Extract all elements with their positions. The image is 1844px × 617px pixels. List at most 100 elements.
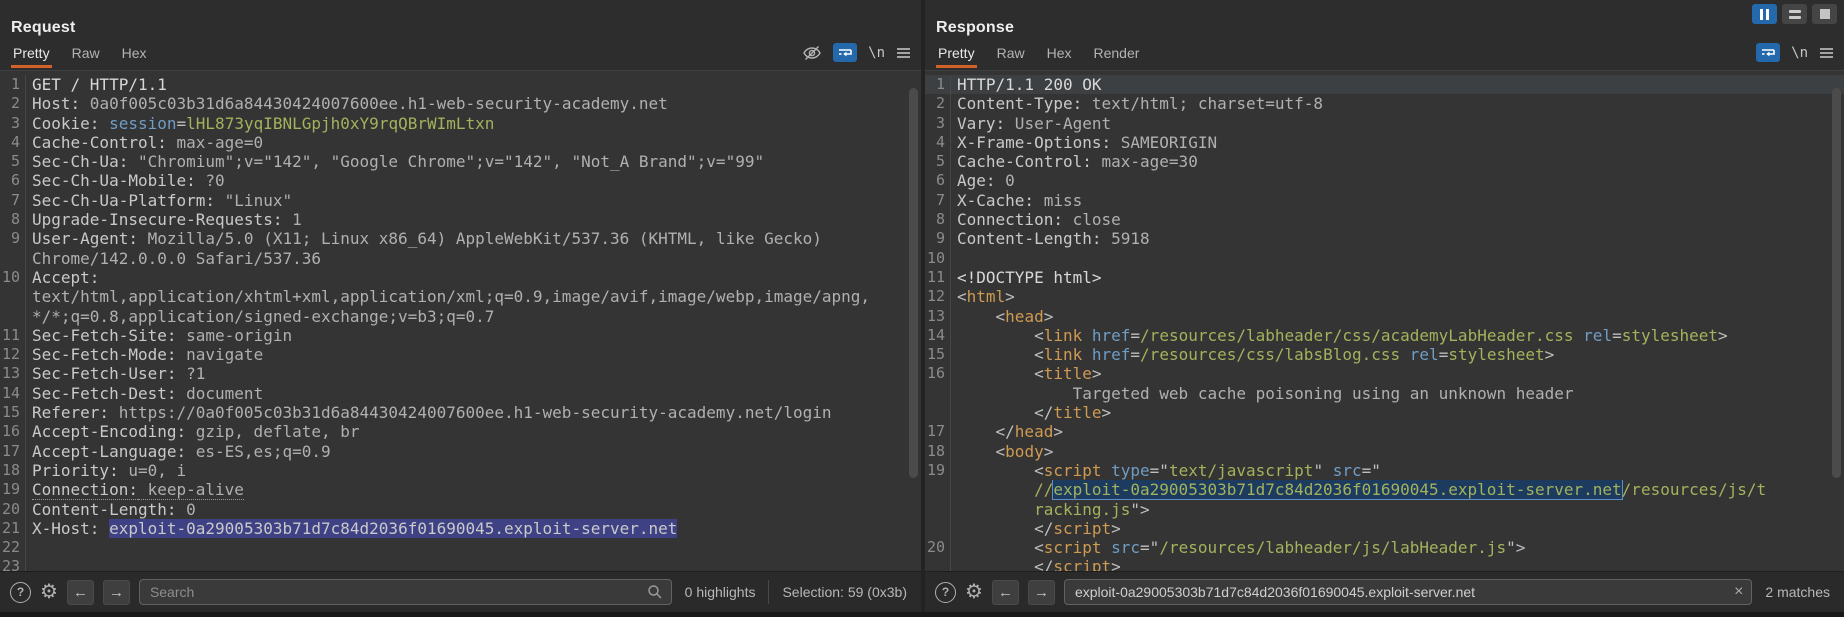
code-line[interactable]: text/html,application/xhtml+xml,applicat… — [0, 287, 921, 306]
request-scrollbar[interactable] — [909, 88, 918, 478]
response-scrollbar[interactable] — [1832, 88, 1841, 478]
code-line[interactable]: 20Content-Length: 0 — [0, 500, 921, 519]
code-line[interactable]: Targeted web cache poisoning using an un… — [925, 384, 1844, 403]
previous-match-button[interactable]: ← — [992, 580, 1019, 605]
code-line[interactable]: 5Cache-Control: max-age=30 — [925, 152, 1844, 171]
code-line[interactable]: 2Content-Type: text/html; charset=utf-8 — [925, 94, 1844, 113]
code-line[interactable]: 14Sec-Fetch-Dest: document — [0, 384, 921, 403]
next-match-button[interactable]: → — [1028, 580, 1055, 605]
code-line[interactable]: 14 <link href=/resources/labheader/css/a… — [925, 326, 1844, 345]
code-line[interactable]: 13 <head> — [925, 307, 1844, 326]
code-line[interactable]: racking.js"> — [925, 500, 1844, 519]
response-header: Response Pretty Raw Hex Render \n — [925, 0, 1844, 70]
response-view-tabs: Pretty Raw Hex Render — [936, 41, 1141, 68]
code-line[interactable]: 9Content-Length: 5918 — [925, 229, 1844, 248]
search-input[interactable] — [139, 579, 672, 605]
code-line[interactable]: 13Sec-Fetch-User: ?1 — [0, 364, 921, 383]
matches-count: 2 matches — [1761, 584, 1834, 600]
tab-render[interactable]: Render — [1092, 41, 1142, 68]
request-editor[interactable]: 1GET / HTTP/1.12Host: 0a0f005c03b31d6a84… — [0, 70, 921, 572]
code-line[interactable]: 11<!DOCTYPE html> — [925, 268, 1844, 287]
code-line[interactable]: 20 <script src="/resources/labheader/js/… — [925, 538, 1844, 557]
rows-icon[interactable] — [1782, 4, 1807, 24]
code-line[interactable]: 15 <link href=/resources/css/labsBlog.cs… — [925, 345, 1844, 364]
newline-icon[interactable]: \n — [1791, 45, 1808, 61]
newline-icon[interactable]: \n — [868, 45, 885, 61]
code-line[interactable]: 6Sec-Ch-Ua-Mobile: ?0 — [0, 171, 921, 190]
line-number — [0, 287, 26, 306]
response-find-bar: ? ⚙ ← → × 2 matches — [925, 571, 1844, 612]
code-line[interactable]: 3Vary: User-Agent — [925, 114, 1844, 133]
code-line[interactable]: 11Sec-Fetch-Site: same-origin — [0, 326, 921, 345]
tab-raw[interactable]: Raw — [995, 41, 1027, 68]
stop-icon[interactable] — [1812, 4, 1837, 24]
code-line[interactable]: 6Age: 0 — [925, 171, 1844, 190]
code-line[interactable]: 1HTTP/1.1 200 OK — [925, 75, 1844, 94]
help-icon[interactable]: ? — [935, 582, 956, 603]
code-line[interactable]: 23 — [0, 557, 921, 572]
tab-hex[interactable]: Hex — [120, 41, 149, 68]
code-line[interactable]: 18Priority: u=0, i — [0, 461, 921, 480]
code-line[interactable]: 19Connection: keep-alive — [0, 480, 921, 499]
code-line[interactable]: 2Host: 0a0f005c03b31d6a84430424007600ee.… — [0, 94, 921, 113]
code-line[interactable]: 5Sec-Ch-Ua: "Chromium";v="142", "Google … — [0, 152, 921, 171]
tab-raw[interactable]: Raw — [70, 41, 102, 68]
response-editor[interactable]: 1HTTP/1.1 200 OK2Content-Type: text/html… — [925, 70, 1844, 572]
code-line[interactable]: 17Accept-Language: es-ES,es;q=0.9 — [0, 442, 921, 461]
code-line[interactable]: 8Upgrade-Insecure-Requests: 1 — [0, 210, 921, 229]
code-line[interactable]: 7Sec-Ch-Ua-Platform: "Linux" — [0, 191, 921, 210]
line-number: 19 — [925, 461, 951, 480]
code-line[interactable]: //exploit-0a29005303b71d7c84d2036f016900… — [925, 480, 1844, 499]
code-line[interactable]: 22 — [0, 538, 921, 557]
code-line[interactable]: 15Referer: https://0a0f005c03b31d6a84430… — [0, 403, 921, 422]
code-line[interactable]: 12<html> — [925, 287, 1844, 306]
request-title: Request — [11, 19, 76, 37]
code-line[interactable]: </script> — [925, 519, 1844, 538]
line-number: 2 — [0, 94, 26, 113]
code-line[interactable]: 8Connection: close — [925, 210, 1844, 229]
tab-hex[interactable]: Hex — [1045, 41, 1074, 68]
word-wrap-icon[interactable] — [1756, 43, 1780, 62]
code-line[interactable]: 7X-Cache: miss — [925, 191, 1844, 210]
code-line[interactable]: 1GET / HTTP/1.1 — [0, 75, 921, 94]
code-line[interactable]: </title> — [925, 403, 1844, 422]
help-icon[interactable]: ? — [10, 582, 31, 603]
code-line[interactable]: 16Accept-Encoding: gzip, deflate, br — [0, 422, 921, 441]
next-match-button[interactable]: → — [103, 580, 130, 605]
word-wrap-icon[interactable] — [833, 43, 857, 62]
code-line[interactable]: 3Cookie: session=lHL873yqIBNLGpjh0xY9rqQ… — [0, 114, 921, 133]
pause-icon[interactable] — [1752, 4, 1777, 24]
code-line[interactable]: 19 <script type="text/javascript" src=" — [925, 461, 1844, 480]
eye-off-icon[interactable] — [802, 45, 822, 61]
code-line[interactable]: 16 <title> — [925, 364, 1844, 383]
gear-icon[interactable]: ⚙ — [965, 582, 983, 602]
code-line[interactable]: 17 </head> — [925, 422, 1844, 441]
response-panel: Response Pretty Raw Hex Render \n 1HTTP/… — [925, 0, 1844, 612]
code-line[interactable]: Chrome/142.0.0.0 Safari/537.36 — [0, 249, 921, 268]
menu-icon[interactable] — [1819, 47, 1834, 59]
line-number: 17 — [925, 422, 951, 441]
menu-icon[interactable] — [896, 47, 911, 59]
code-line[interactable]: 10 — [925, 249, 1844, 268]
line-number — [925, 384, 951, 403]
tab-pretty[interactable]: Pretty — [11, 41, 52, 68]
tab-pretty[interactable]: Pretty — [936, 41, 977, 68]
code-line[interactable]: 12Sec-Fetch-Mode: navigate — [0, 345, 921, 364]
code-line[interactable]: 10Accept: — [0, 268, 921, 287]
line-number: 13 — [925, 307, 951, 326]
line-number: 22 — [0, 538, 26, 557]
code-line[interactable]: </script> — [925, 557, 1844, 572]
request-header: Request Pretty Raw Hex \n — [0, 0, 921, 70]
code-line[interactable]: 18 <body> — [925, 442, 1844, 461]
code-line[interactable]: 21X-Host: exploit-0a29005303b71d7c84d203… — [0, 519, 921, 538]
line-number: 16 — [0, 422, 26, 441]
code-line[interactable]: 4Cache-Control: max-age=0 — [0, 133, 921, 152]
code-line[interactable]: 9User-Agent: Mozilla/5.0 (X11; Linux x86… — [0, 229, 921, 248]
code-line[interactable]: */*;q=0.8,application/signed-exchange;v=… — [0, 307, 921, 326]
line-number: 7 — [0, 191, 26, 210]
clear-search-icon[interactable]: × — [1734, 584, 1743, 600]
code-line[interactable]: 4X-Frame-Options: SAMEORIGIN — [925, 133, 1844, 152]
gear-icon[interactable]: ⚙ — [40, 582, 58, 602]
previous-match-button[interactable]: ← — [67, 580, 94, 605]
search-input[interactable] — [1064, 579, 1752, 605]
